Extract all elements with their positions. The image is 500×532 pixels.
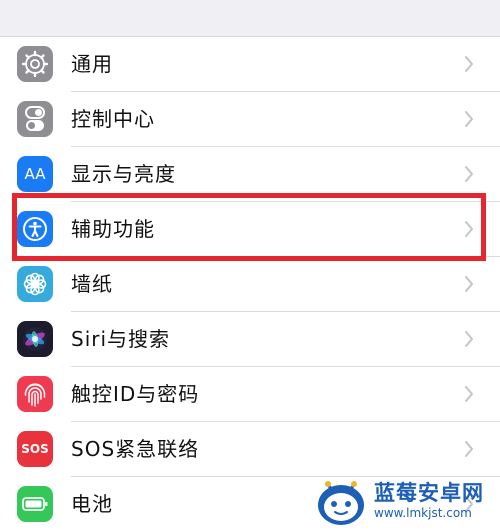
battery-icon <box>17 486 53 522</box>
fingerprint-icon <box>17 376 53 412</box>
chevron-right-icon <box>465 166 473 182</box>
settings-row-general[interactable]: 通用 <box>0 37 500 92</box>
settings-row-label: 墙纸 <box>71 272 113 296</box>
chevron-right-icon <box>465 386 473 402</box>
chevron-right-icon <box>465 221 473 237</box>
chevron-right-icon <box>465 441 473 457</box>
chevron-right-icon <box>465 111 473 127</box>
text-size-icon: AA <box>17 156 53 192</box>
settings-row-label: 通用 <box>71 52 113 76</box>
wallpaper-flower-icon <box>17 266 53 302</box>
chevron-right-icon <box>465 56 473 72</box>
settings-row-label: 控制中心 <box>71 107 155 131</box>
accessibility-icon <box>17 211 53 247</box>
settings-row-label: SOS紧急联络 <box>71 437 200 461</box>
sos-icon: SOS <box>17 431 53 467</box>
siri-icon <box>17 321 53 357</box>
settings-row-display-brightness[interactable]: AA 显示与亮度 <box>0 147 500 202</box>
chevron-right-icon <box>465 496 473 512</box>
settings-row-accessibility[interactable]: 辅助功能 <box>0 202 500 257</box>
settings-row-label: 触控ID与密码 <box>71 382 200 406</box>
top-spacer <box>0 0 500 37</box>
settings-row-label: 显示与亮度 <box>71 162 176 186</box>
settings-row-battery[interactable]: 电池 <box>0 477 500 532</box>
settings-row-label: Siri与搜索 <box>71 327 171 351</box>
chevron-right-icon <box>465 331 473 347</box>
text-size-glyph: AA <box>24 165 46 183</box>
settings-row-emergency-sos[interactable]: SOS SOS紧急联络 <box>0 422 500 477</box>
gear-icon <box>17 46 53 82</box>
settings-row-touch-id-passcode[interactable]: 触控ID与密码 <box>0 367 500 422</box>
settings-row-control-center[interactable]: 控制中心 <box>0 92 500 147</box>
settings-row-label: 电池 <box>71 492 113 516</box>
toggles-icon <box>17 101 53 137</box>
settings-row-siri-search[interactable]: Siri与搜索 <box>0 312 500 367</box>
sos-glyph: SOS <box>21 442 49 456</box>
settings-row-label: 辅助功能 <box>71 217 155 241</box>
chevron-right-icon <box>465 276 473 292</box>
settings-row-wallpaper[interactable]: 墙纸 <box>0 257 500 312</box>
settings-list: 通用 控制中心 AA 显示与亮度 辅助功能 墙纸 Siri与搜索 触控ID与密码… <box>0 37 500 532</box>
